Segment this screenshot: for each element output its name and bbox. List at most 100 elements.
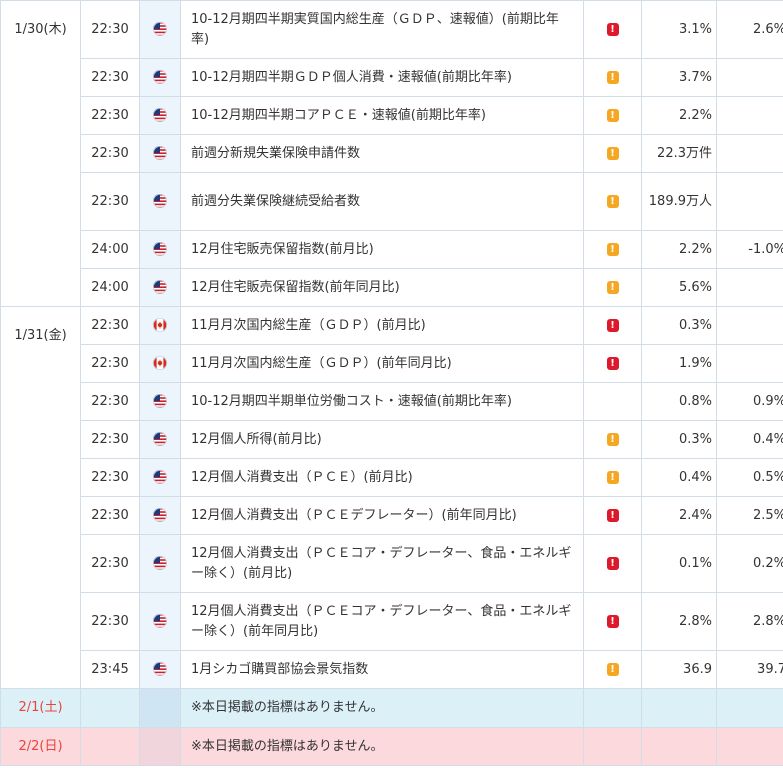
forecast-value: 0.4% [716, 420, 783, 459]
table-row: 22:30 12月個人消費支出（ＰＣＥコア・デフレーター、食品・エネルギー除く）(… [1, 534, 783, 593]
high-importance-icon: ! [606, 356, 619, 370]
canada-flag-icon [153, 356, 167, 370]
forecast-value [716, 268, 783, 307]
indicator-name[interactable]: 11月月次国内総生産（ＧＤＰ）(前年同月比) [180, 344, 584, 383]
flag-cell [139, 496, 181, 535]
previous-value: 3.1% [641, 0, 717, 59]
previous-value: 0.3% [641, 306, 717, 345]
indicator-name[interactable]: 12月住宅販売保留指数(前年同月比) [180, 268, 584, 307]
date-cell: 1/31(金) [0, 306, 81, 689]
table-row: 22:30 11月月次国内総生産（ＧＤＰ）(前年同月比)! 1.9% [1, 344, 783, 383]
forecast-value: 2.8% [716, 592, 783, 651]
time-cell [80, 688, 140, 728]
indicator-name[interactable]: 10-12月期四半期実質国内総生産（ＧＤＰ、速報値）(前期比年率) [180, 0, 584, 59]
time-cell: 22:30 [80, 172, 140, 231]
indicator-name[interactable]: 1月シカゴ購買部協会景気指数 [180, 650, 584, 689]
previous-value: 0.1% [641, 534, 717, 593]
indicator-name[interactable]: 12月個人所得(前月比) [180, 420, 584, 459]
previous-value: 22.3万件 [641, 134, 717, 173]
table-row: 22:30 12月個人消費支出（ＰＣＥ）(前月比)! 0.4% 0.5% [1, 458, 783, 497]
flag-cell [139, 592, 181, 651]
flag-cell [139, 268, 181, 307]
flag-cell [139, 344, 181, 383]
flag-cell [139, 134, 181, 173]
importance-cell: ! [583, 96, 642, 135]
table-row: 23:45 1月シカゴ購買部協会景気指数! 36.9 39.7 [1, 650, 783, 689]
indicator-name[interactable]: 12月個人消費支出（ＰＣＥコア・デフレーター、食品・エネルギー除く）(前年同月比… [180, 592, 584, 651]
importance-cell: ! [583, 0, 642, 59]
forecast-value: 39.7 [716, 650, 783, 689]
date-cell: 2/1(土) [0, 688, 81, 728]
importance-cell: ! [583, 230, 642, 269]
previous-value: 2.4% [641, 496, 717, 535]
us-flag-icon [153, 394, 167, 408]
medium-importance-icon: ! [606, 70, 619, 84]
high-importance-icon: ! [606, 22, 619, 36]
indicator-name[interactable]: 10-12月期四半期単位労働コスト・速報値(前期比年率) [180, 382, 584, 421]
importance-cell: ! [583, 458, 642, 497]
high-importance-icon: ! [606, 614, 619, 628]
time-cell [80, 727, 140, 766]
time-cell: 22:30 [80, 534, 140, 593]
previous-value: 0.3% [641, 420, 717, 459]
us-flag-icon [153, 242, 167, 256]
high-importance-icon: ! [606, 556, 619, 570]
table-row: 24:00 12月住宅販売保留指数(前年同月比)! 5.6% [1, 268, 783, 307]
us-flag-icon [153, 146, 167, 160]
indicator-name[interactable]: 前週分新規失業保険申請件数 [180, 134, 584, 173]
flag-cell [139, 688, 181, 728]
time-cell: 22:30 [80, 344, 140, 383]
flag-cell [139, 534, 181, 593]
forecast-value: 0.9% [716, 382, 783, 421]
table-row: 24:00 12月住宅販売保留指数(前月比)! 2.2% -1.0% [1, 230, 783, 269]
date-cell: 1/30(木) [0, 0, 81, 307]
table-row: 22:30 12月個人所得(前月比)! 0.3% 0.4% [1, 420, 783, 459]
forecast-value [716, 134, 783, 173]
medium-importance-icon: ! [606, 280, 619, 294]
canada-flag-icon [153, 318, 167, 332]
indicator-name[interactable]: 12月個人消費支出（ＰＣＥコア・デフレーター、食品・エネルギー除く）(前月比) [180, 534, 584, 593]
table-row: 22:30 10-12月期四半期単位労働コスト・速報値(前期比年率) 0.8% 0.9… [1, 382, 783, 421]
forecast-value [716, 58, 783, 97]
previous-value: 1.9% [641, 344, 717, 383]
indicator-name[interactable]: 10-12月期四半期ＧＤＰ個人消費・速報値(前期比年率) [180, 58, 584, 97]
importance-cell: ! [583, 592, 642, 651]
time-cell: 22:30 [80, 58, 140, 97]
time-cell: 22:30 [80, 420, 140, 459]
time-cell: 22:30 [80, 134, 140, 173]
us-flag-icon [153, 70, 167, 84]
table-row: 22:30 前週分失業保険継続受給者数! 189.9万人 [1, 172, 783, 231]
time-cell: 22:30 [80, 382, 140, 421]
flag-cell [139, 420, 181, 459]
forecast-value: -1.0% [716, 230, 783, 269]
importance-cell: ! [583, 344, 642, 383]
importance-cell: ! [583, 650, 642, 689]
previous-value: 0.4% [641, 458, 717, 497]
indicator-name[interactable]: 前週分失業保険継続受給者数 [180, 172, 584, 231]
table-row: 1/31(金) 22:30 11月月次国内総生産（ＧＤＰ）(前月比)! 0.3% [0, 306, 783, 689]
us-flag-icon [153, 614, 167, 628]
indicator-name[interactable]: 11月月次国内総生産（ＧＤＰ）(前月比) [180, 306, 584, 345]
indicator-name[interactable]: 12月個人消費支出（ＰＣＥ）(前月比) [180, 458, 584, 497]
indicator-name[interactable]: 10-12月期四半期コアＰＣＥ・速報値(前期比年率) [180, 96, 584, 135]
us-flag-icon [153, 508, 167, 522]
importance-cell: ! [583, 134, 642, 173]
flag-cell [139, 0, 181, 59]
table-row: 22:30 10-12月期四半期コアＰＣＥ・速報値(前期比年率)! 2.2% [1, 96, 783, 135]
importance-cell [583, 688, 642, 728]
time-cell: 22:30 [80, 496, 140, 535]
forecast-value [716, 688, 783, 728]
indicator-name[interactable]: 12月住宅販売保留指数(前月比) [180, 230, 584, 269]
importance-cell: ! [583, 268, 642, 307]
flag-cell [139, 58, 181, 97]
previous-value: 2.2% [641, 96, 717, 135]
flag-cell [139, 230, 181, 269]
table-row: 22:30 10-12月期四半期ＧＤＰ個人消費・速報値(前期比年率)! 3.7% [1, 58, 783, 97]
table-row: 1/30(木) 22:30 10-12月期四半期実質国内総生産（ＧＤＰ、速報値）(前… [0, 0, 783, 307]
flag-cell [139, 382, 181, 421]
calendar-body: 1/30(木) 22:30 10-12月期四半期実質国内総生産（ＧＤＰ、速報値）(前… [0, 0, 783, 766]
forecast-value [716, 344, 783, 383]
forecast-value: 2.6% [716, 0, 783, 59]
indicator-name[interactable]: 12月個人消費支出（ＰＣＥデフレーター）(前年同月比) [180, 496, 584, 535]
us-flag-icon [153, 280, 167, 294]
